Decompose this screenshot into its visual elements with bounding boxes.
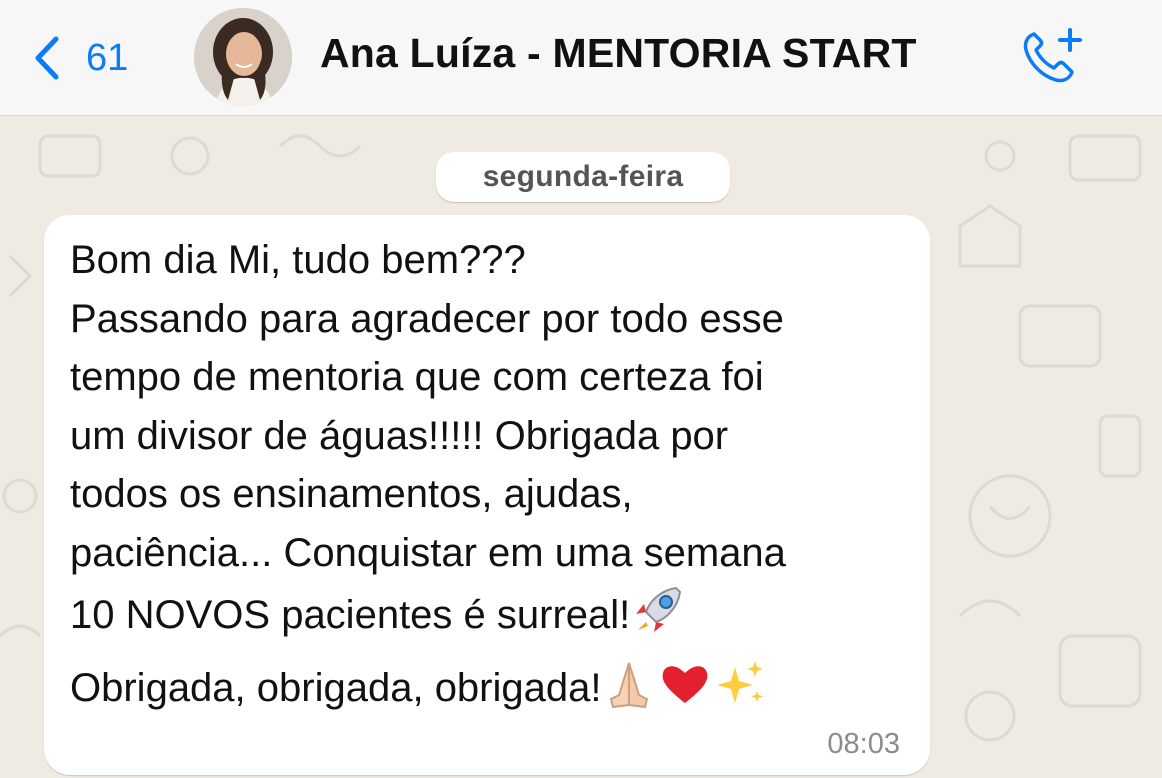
- message-time: 08:03: [827, 728, 900, 760]
- add-call-button[interactable]: [1016, 24, 1086, 88]
- rocket-emoji: [630, 582, 686, 655]
- message-line: Obrigada, obrigada, obrigada!: [70, 665, 602, 710]
- back-button[interactable]: 61: [30, 28, 128, 88]
- message-line: 10 NOVOS pacientes é surreal!: [70, 593, 631, 637]
- unread-count: 61: [86, 36, 129, 79]
- chat-header: 61 Ana Luíza - MENTORIA START: [0, 0, 1162, 116]
- contact-photo: [194, 8, 292, 106]
- message-line: todos os ensinamentos, ajudas,: [70, 472, 633, 516]
- phone-plus-icon: [1023, 28, 1082, 83]
- contact-name[interactable]: Ana Luíza - MENTORIA START: [320, 30, 917, 77]
- message-line: paciência... Conquistar em uma semana: [70, 530, 786, 575]
- folded-hands-emoji: [601, 655, 657, 728]
- red-heart-emoji: [657, 655, 713, 728]
- avatar[interactable]: [194, 8, 292, 106]
- message-line: tempo de mentoria que com certeza foi: [70, 355, 764, 399]
- message-text: Bom dia Mi, tudo bem??? Passando para ag…: [70, 231, 920, 727]
- message-line: Bom dia Mi, tudo bem???: [70, 238, 526, 282]
- message-line: um divisor de águas!!!!! Obrigada por: [70, 413, 729, 458]
- chat-area[interactable]: segunda-feira Bom dia Mi, tudo bem??? Pa…: [0, 116, 1162, 778]
- date-separator: segunda-feira: [436, 152, 730, 202]
- chevron-left-icon: [35, 36, 59, 80]
- sparkles-emoji: [713, 655, 769, 728]
- message-line: Passando para agradecer por todo esse: [70, 296, 784, 341]
- message-bubble[interactable]: Bom dia Mi, tudo bem??? Passando para ag…: [44, 215, 930, 775]
